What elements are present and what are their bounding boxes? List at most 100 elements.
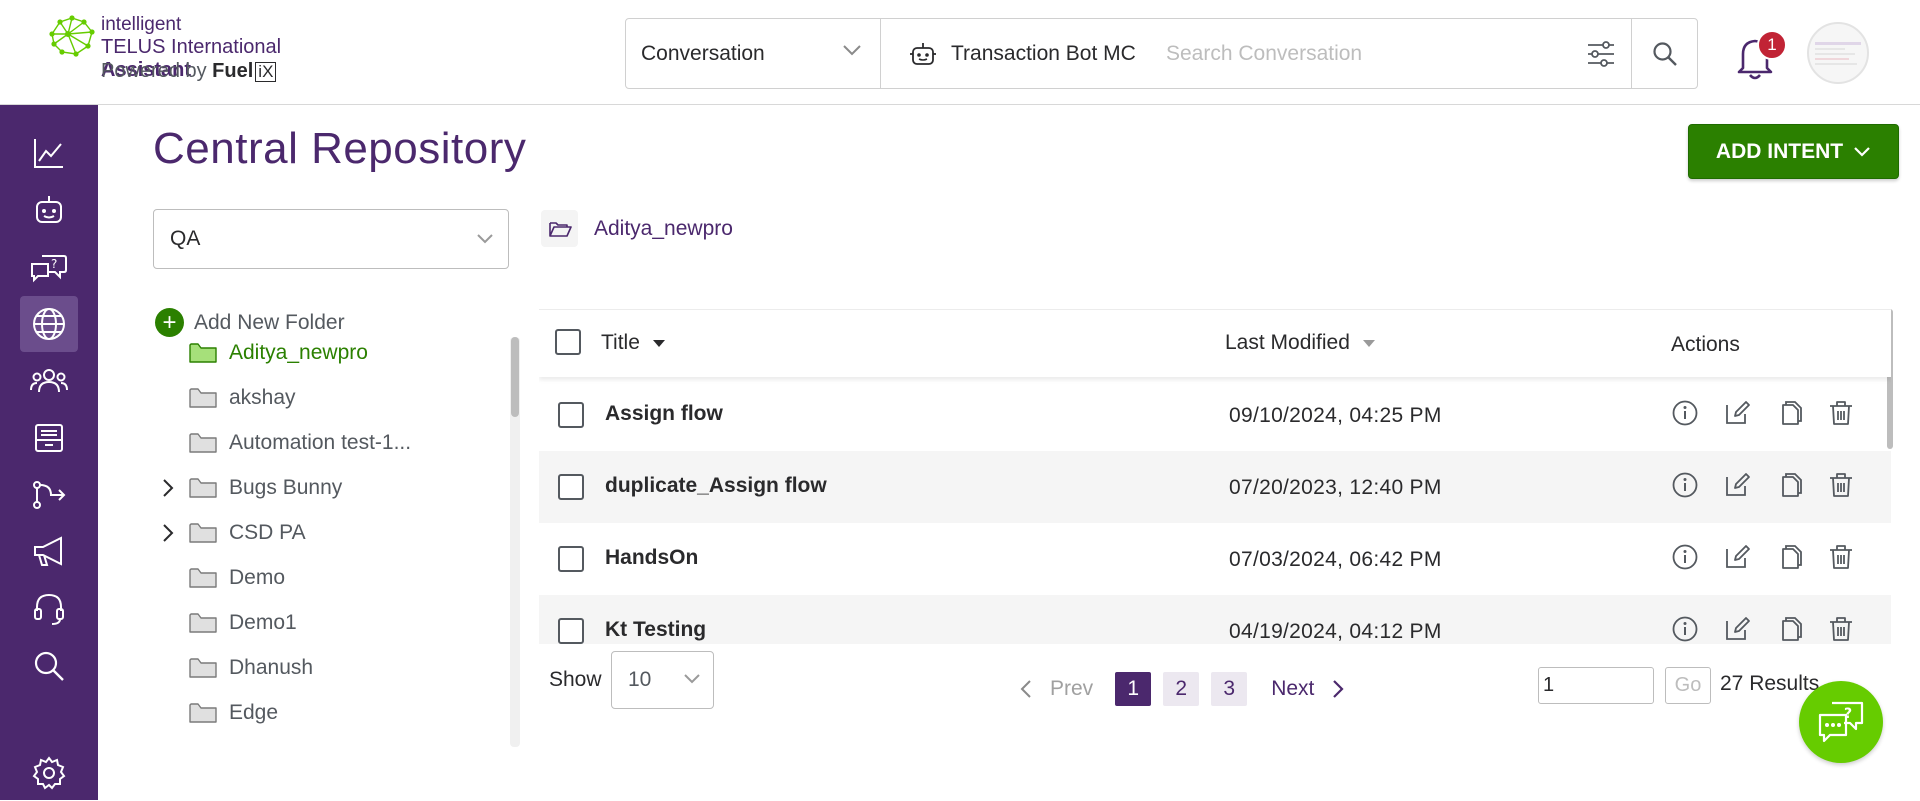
filter-button[interactable] — [1571, 19, 1631, 88]
nav-settings[interactable] — [20, 745, 78, 801]
folder-name: CSD PA — [229, 521, 306, 544]
prev-page-label: Prev — [1050, 677, 1094, 700]
info-icon[interactable] — [1671, 615, 1699, 643]
row-checkbox[interactable] — [558, 618, 584, 644]
trash-icon[interactable] — [1827, 615, 1855, 643]
row-title[interactable]: duplicate_Assign flow — [605, 474, 827, 498]
copy-icon[interactable] — [1775, 399, 1803, 427]
chevron-right-icon[interactable] — [162, 478, 174, 498]
column-actions-header: Actions — [1671, 333, 1740, 356]
row-title[interactable]: Kt Testing — [605, 618, 706, 642]
nav-support[interactable] — [20, 581, 78, 637]
folder-item[interactable]: Automation test-1... — [155, 425, 411, 461]
page-number-button[interactable]: 2 — [1163, 672, 1200, 706]
chevron-right-icon[interactable] — [162, 523, 174, 543]
table-row[interactable]: HandsOn 07/03/2024, 06:42 PM — [539, 523, 1891, 595]
folder-name: Edge — [229, 701, 279, 724]
go-button[interactable]: Go — [1665, 667, 1711, 704]
megaphone-icon — [34, 536, 62, 566]
info-icon[interactable] — [1671, 399, 1699, 427]
prev-page-button[interactable]: Prev — [1020, 677, 1093, 701]
goto-page-input[interactable] — [1538, 667, 1654, 704]
folder-name: Demo — [229, 566, 286, 589]
info-icon[interactable] — [1671, 471, 1699, 499]
info-icon[interactable] — [1671, 543, 1699, 571]
trash-icon[interactable] — [1827, 399, 1855, 427]
trash-icon[interactable] — [1827, 543, 1855, 571]
search-input-wrap — [1166, 19, 1571, 88]
nav-users[interactable] — [20, 353, 78, 409]
search-icon — [1652, 41, 1677, 66]
sort-down-icon — [652, 340, 665, 347]
nav-faq[interactable]: ? — [20, 239, 78, 295]
folder-icon — [189, 703, 217, 723]
select-all-checkbox[interactable] — [555, 329, 581, 355]
telus-logo[interactable]: intelligent TELUS International Assistan… — [46, 12, 366, 87]
nav-search[interactable] — [20, 638, 78, 694]
copy-icon[interactable] — [1775, 471, 1803, 499]
notification-count-badge: 1 — [1757, 30, 1787, 60]
nav-central-repository[interactable] — [20, 296, 78, 352]
page-size-select[interactable]: 10 — [611, 651, 714, 709]
nav-analytics[interactable] — [20, 125, 78, 181]
row-checkbox[interactable] — [558, 546, 584, 572]
expand-toggle[interactable] — [155, 523, 181, 543]
search-conversation-input[interactable] — [1166, 41, 1571, 66]
next-page-button[interactable]: Next — [1271, 677, 1344, 701]
logo-line-2-prefix: TELUS International — [101, 36, 282, 58]
folder-name: Aditya_newpro — [229, 341, 368, 364]
chevron-right-icon — [1333, 680, 1344, 698]
folder-scrollbar-thumb[interactable] — [511, 337, 519, 417]
table-row[interactable]: Assign flow 09/10/2024, 04:25 PM — [539, 379, 1891, 451]
nav-inbox[interactable] — [20, 410, 78, 466]
breadcrumb-current[interactable]: Aditya_newpro — [594, 217, 733, 241]
search-type-dropdown[interactable]: Conversation — [626, 19, 881, 88]
help-chat-button[interactable]: ? — [1799, 681, 1883, 763]
folder-item[interactable]: Demo1 — [155, 605, 297, 641]
copy-icon[interactable] — [1775, 615, 1803, 643]
row-title[interactable]: HandsOn — [605, 546, 698, 570]
folder-item[interactable]: Bugs Bunny — [155, 470, 342, 506]
nav-campaigns[interactable] — [20, 524, 78, 580]
row-title[interactable]: Assign flow — [605, 402, 723, 426]
repository-select[interactable]: QA — [153, 209, 509, 269]
page-number-button[interactable]: 3 — [1211, 672, 1248, 706]
add-intent-button[interactable]: ADD INTENT — [1688, 124, 1899, 179]
edit-icon[interactable] — [1723, 543, 1751, 571]
folder-name: Demo1 — [229, 611, 297, 634]
folder-item[interactable]: CSD PA — [155, 515, 306, 551]
edit-icon[interactable] — [1723, 471, 1751, 499]
folder-tree: Aditya_newproakshay Automation test-1... B… — [155, 335, 500, 747]
bot-selector[interactable]: Transaction Bot MC — [881, 19, 1166, 88]
row-checkbox[interactable] — [558, 402, 584, 428]
edit-icon[interactable] — [1723, 615, 1751, 643]
search-icon — [34, 651, 64, 681]
folder-item[interactable]: Aditya_newpro — [155, 335, 368, 371]
folder-item[interactable]: Dhanush — [155, 650, 313, 686]
row-last-modified: 04/19/2024, 04:12 PM — [1229, 620, 1442, 643]
nav-bots[interactable] — [20, 182, 78, 238]
search-button[interactable] — [1631, 19, 1697, 88]
trash-icon[interactable] — [1827, 471, 1855, 499]
folder-item[interactable]: Demo — [155, 560, 285, 596]
folder-item[interactable]: akshay — [155, 380, 296, 416]
next-page-label: Next — [1271, 677, 1315, 700]
table-row[interactable]: Kt Testing 04/19/2024, 04:12 PM — [539, 595, 1891, 644]
nav-flows[interactable] — [20, 467, 78, 523]
copy-icon[interactable] — [1775, 543, 1803, 571]
expand-toggle[interactable] — [155, 478, 181, 498]
table-row[interactable]: duplicate_Assign flow 07/20/2023, 12:40 P… — [539, 451, 1891, 523]
folder-item[interactable]: Edge — [155, 695, 278, 731]
pagination: Prev 123 Next — [1020, 672, 1344, 706]
add-new-folder-button[interactable]: + Add New Folder — [155, 308, 345, 337]
folder-icon — [189, 613, 217, 633]
column-title-header[interactable]: Title — [601, 331, 666, 355]
column-modified-header[interactable]: Last Modified — [1225, 331, 1376, 355]
users-group-icon — [30, 369, 68, 393]
chevron-left-icon — [1020, 680, 1031, 698]
edit-icon[interactable] — [1723, 399, 1751, 427]
user-avatar[interactable] — [1807, 22, 1869, 84]
page-number-button[interactable]: 1 — [1115, 672, 1152, 706]
chevron-down-icon — [477, 234, 493, 244]
row-checkbox[interactable] — [558, 474, 584, 500]
